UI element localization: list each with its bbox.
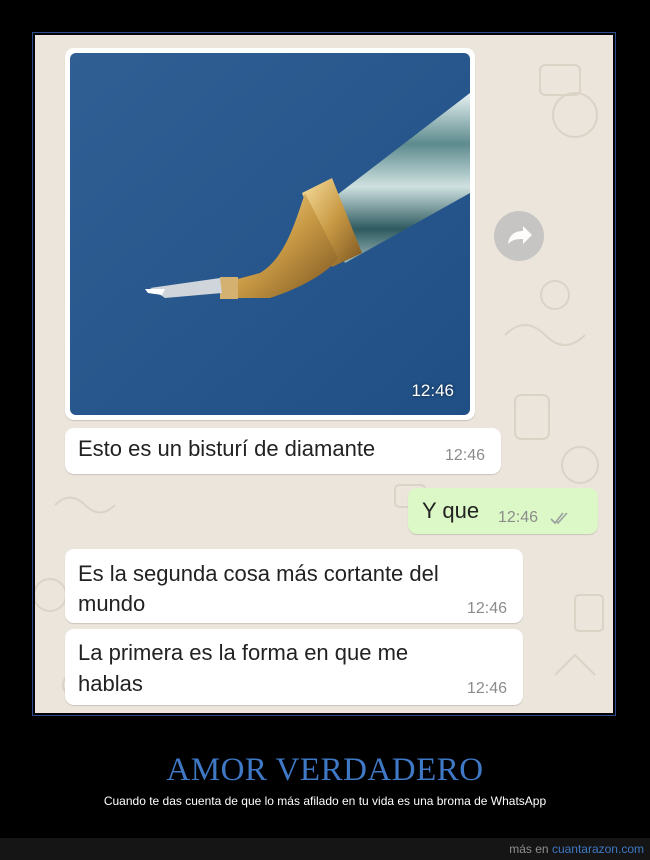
- footer-text: más en cuantarazon.com: [509, 842, 644, 856]
- message-bubble-outgoing[interactable]: Y que 12:46: [408, 488, 598, 534]
- message-text-line2: hablas: [78, 671, 143, 696]
- forward-icon: [508, 226, 532, 244]
- image-message[interactable]: 12:46: [65, 48, 475, 420]
- message-time: 12:46: [445, 447, 486, 464]
- image-time: 12:46: [411, 381, 454, 400]
- poster-subtitle: Cuando te das cuenta de que lo más afila…: [103, 794, 547, 808]
- message-text-line1: Es la segunda cosa más cortante del: [78, 561, 439, 586]
- scalpel-photo[interactable]: 12:46: [70, 53, 470, 415]
- message-text: Esto es un bisturí de diamante: [78, 436, 376, 461]
- message-bubble-incoming[interactable]: La primera es la forma en que me hablas …: [65, 629, 523, 705]
- message-text-line1: La primera es la forma en que me: [78, 640, 409, 665]
- message-bubble-incoming[interactable]: Esto es un bisturí de diamante 12:46: [65, 428, 501, 474]
- footer-prefix: más en: [509, 842, 552, 856]
- double-check-icon: [550, 512, 568, 525]
- poster-title: AMOR VERDADERO: [166, 752, 484, 788]
- message-time: 12:46: [467, 600, 508, 617]
- message-bubble-incoming[interactable]: Es la segunda cosa más cortante del mund…: [65, 549, 523, 623]
- message-text-line2: mundo: [78, 591, 146, 616]
- site-link[interactable]: cuantarazon.com: [552, 842, 644, 856]
- forward-button[interactable]: [494, 211, 544, 261]
- message-time: 12:46: [467, 680, 508, 697]
- message-time: 12:46: [498, 509, 539, 526]
- chat-screenshot: 12:46 Esto es un bisturí de diamante 12:…: [35, 35, 613, 713]
- footer-bar: más en cuantarazon.com: [0, 838, 650, 860]
- message-text: Y que: [422, 498, 480, 523]
